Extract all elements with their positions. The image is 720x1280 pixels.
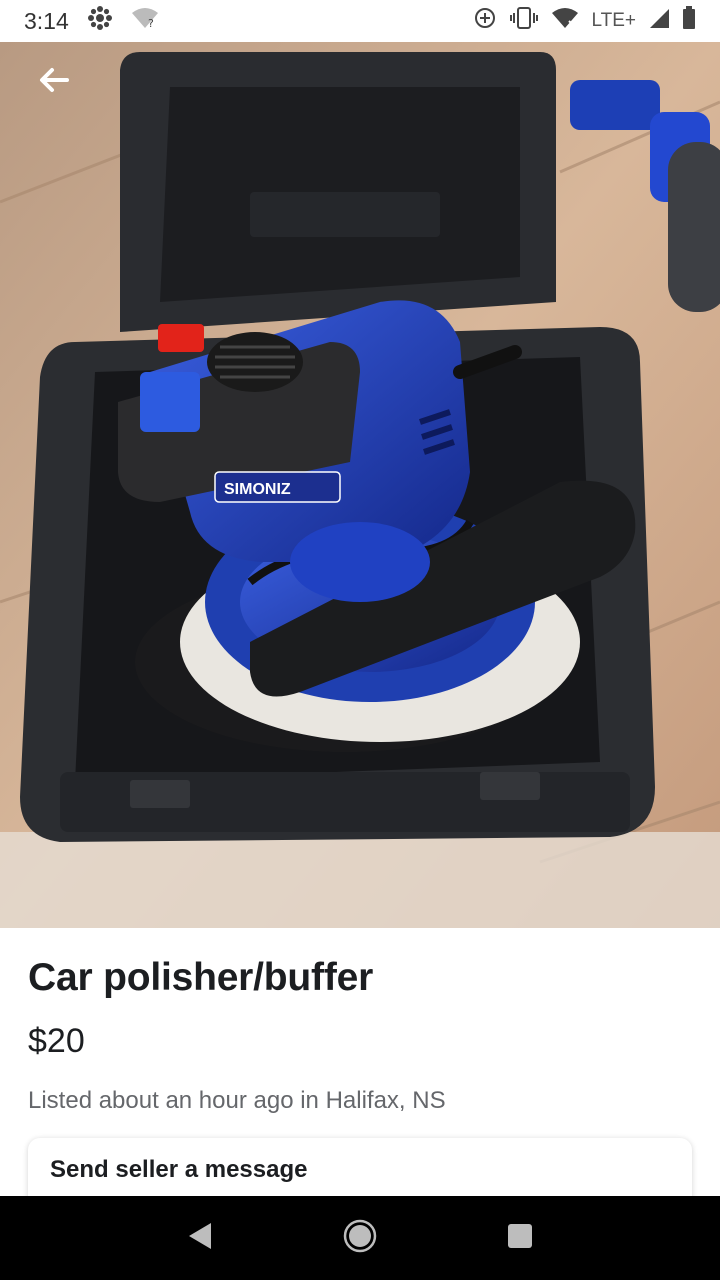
- status-bar: 3:14 ? LTE+: [0, 0, 720, 42]
- wifi-question-icon: ?: [131, 7, 159, 35]
- status-time: 3:14: [24, 7, 69, 34]
- send-message-title: Send seller a message: [50, 1156, 308, 1183]
- data-saver-icon: [473, 6, 497, 36]
- network-type: LTE+: [591, 10, 636, 31]
- back-button[interactable]: [24, 52, 84, 112]
- nav-home-button[interactable]: [330, 1208, 390, 1268]
- nav-recents-button[interactable]: [490, 1208, 550, 1268]
- back-triangle-icon: [186, 1221, 214, 1256]
- cbc-gem-icon: [87, 5, 113, 37]
- listing-photo[interactable]: SIMONIZ: [0, 42, 720, 928]
- listing-details: Car polisher/buffer $20 Listed about an …: [0, 928, 720, 1218]
- listing-price: $20: [28, 1022, 85, 1060]
- listing-title: Car polisher/buffer: [28, 956, 374, 999]
- arrow-left-icon: [37, 66, 71, 99]
- recents-square-icon: [506, 1222, 534, 1255]
- home-circle-icon: [343, 1219, 377, 1258]
- listing-meta: Listed about an hour ago in Halifax, NS: [28, 1087, 446, 1114]
- photo-brand-text: SIMONIZ: [224, 481, 291, 498]
- vibrate-icon: [509, 6, 539, 36]
- svg-text:?: ?: [148, 17, 154, 29]
- wifi-x-icon: [551, 7, 579, 35]
- battery-icon: [682, 6, 696, 36]
- signal-icon: [648, 7, 670, 35]
- nav-back-button[interactable]: [170, 1208, 230, 1268]
- android-nav-bar: [0, 1196, 720, 1280]
